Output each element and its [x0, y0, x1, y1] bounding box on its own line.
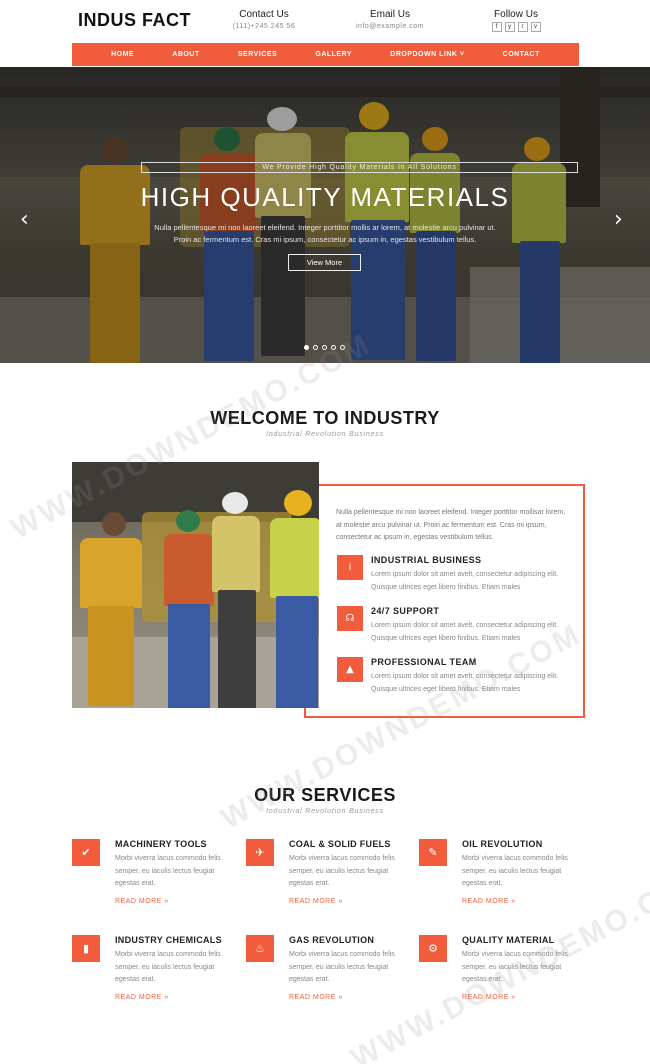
service-text: Morbi viverra lacus commodo felis semper…: [462, 951, 568, 983]
workers-image: [72, 462, 319, 708]
rss-icon[interactable]: r: [517, 22, 528, 32]
feature-title: INDUSTRIAL BUSINESS: [371, 555, 482, 565]
service-card: ✔ MACHINERY TOOLS Morbi viverra lacus co…: [72, 839, 232, 919]
service-text: Morbi viverra lacus commodo felis semper…: [115, 951, 221, 983]
main-nav: HOME ABOUT SERVICES GALLERY DROPDOWN LIN…: [72, 43, 579, 66]
nav-services[interactable]: SERVICES: [238, 51, 277, 58]
fire-icon: ♨: [246, 935, 274, 962]
service-text: Morbi viverra lacus commodo felis semper…: [462, 855, 568, 887]
follow-heading: Follow Us: [494, 9, 538, 20]
slider-dot[interactable]: [322, 345, 327, 350]
info-icon: i: [337, 555, 363, 580]
service-title[interactable]: QUALITY MATERIAL: [462, 935, 554, 945]
nav-dropdown[interactable]: DROPDOWN LINK ˅: [390, 51, 464, 58]
services-subtitle: Industrial Revolution Business: [266, 808, 384, 815]
service-card: ✎ OIL REVOLUTION Morbi viverra lacus com…: [419, 839, 579, 919]
service-card: ▮ INDUSTRY CHEMICALS Morbi viverra lacus…: [72, 935, 232, 1015]
read-more-link[interactable]: READ MORE »: [462, 898, 516, 905]
tools-icon: ✔: [72, 839, 100, 866]
read-more-link[interactable]: READ MORE »: [289, 898, 343, 905]
nav-home[interactable]: HOME: [111, 51, 134, 58]
nav-gallery[interactable]: GALLERY: [315, 51, 352, 58]
welcome-subtitle: Industrial Revolution Business: [266, 431, 384, 438]
feature-text: Lorem ipsum dolor sit amet avelt, consec…: [371, 571, 559, 591]
factory-icon: ▮: [72, 935, 100, 962]
service-title[interactable]: OIL REVOLUTION: [462, 839, 543, 849]
site-header: INDUS FACT Contact Us (111)+245 245 56 E…: [0, 0, 650, 42]
slider-dot[interactable]: [340, 345, 345, 350]
email-address[interactable]: info@example.com: [345, 23, 435, 30]
read-more-link[interactable]: READ MORE »: [115, 898, 169, 905]
read-more-link[interactable]: READ MORE »: [289, 994, 343, 1001]
site-logo[interactable]: INDUS FACT: [78, 10, 191, 31]
facebook-icon[interactable]: f: [491, 22, 502, 32]
rocket-icon: ✈: [246, 839, 274, 866]
contact-phone[interactable]: (111)+245 245 56: [222, 23, 306, 30]
slider-dot[interactable]: [331, 345, 336, 350]
social-links: f y r v: [482, 22, 550, 32]
hero-slider: We Provide High Quality Materials In All…: [0, 67, 650, 363]
service-title[interactable]: INDUSTRY CHEMICALS: [115, 935, 222, 945]
hero-text: Nulla pellentesque mi non laoreet eleife…: [154, 223, 496, 244]
chevron-right-icon[interactable]: ›: [614, 207, 623, 232]
email-heading: Email Us: [369, 9, 410, 20]
service-card: ✈ COAL & SOLID FUELS Morbi viverra lacus…: [246, 839, 406, 919]
view-more-button[interactable]: View More: [288, 254, 361, 271]
services-title: OUR SERVICES: [254, 785, 396, 805]
service-title[interactable]: COAL & SOLID FUELS: [289, 839, 391, 849]
feature-text: Lorem ipsum dolor sit amet avelt, consec…: [371, 622, 559, 642]
nav-about[interactable]: ABOUT: [172, 51, 199, 58]
slider-dot[interactable]: [304, 345, 309, 350]
hero-overlay: [0, 67, 650, 363]
feature-text: Lorem ipsum dolor sit amet avelt, consec…: [371, 673, 559, 693]
nav-contact[interactable]: CONTACT: [503, 51, 540, 58]
gears-icon: ⚙: [419, 935, 447, 962]
slider-dot[interactable]: [313, 345, 318, 350]
contact-heading: Contact Us: [239, 9, 289, 20]
email-info: Email Us info@example.com: [345, 9, 435, 30]
welcome-title: WELCOME TO INDUSTRY: [210, 408, 440, 428]
team-icon: ▲: [337, 657, 363, 682]
service-text: Morbi viverra lacus commodo felis semper…: [115, 855, 221, 887]
about-intro: Nulla pellentesque mi non laoreet eleife…: [336, 509, 566, 541]
hero-title: HIGH QUALITY MATERIALS: [140, 182, 510, 212]
service-card: ⚙ QUALITY MATERIAL Morbi viverra lacus c…: [419, 935, 579, 1015]
headset-icon: ☊: [337, 606, 363, 631]
service-card: ♨ GAS REVOLUTION Morbi viverra lacus com…: [246, 935, 406, 1015]
twitter-icon[interactable]: y: [504, 22, 515, 32]
feature-title: 24/7 SUPPORT: [371, 606, 440, 616]
feature-title: PROFESSIONAL TEAM: [371, 657, 477, 667]
read-more-link[interactable]: READ MORE »: [462, 994, 516, 1001]
brush-icon: ✎: [419, 839, 447, 866]
follow-info: Follow Us f y r v: [482, 9, 550, 32]
service-text: Morbi viverra lacus commodo felis semper…: [289, 855, 395, 887]
service-text: Morbi viverra lacus commodo felis semper…: [289, 951, 395, 983]
service-title[interactable]: MACHINERY TOOLS: [115, 839, 207, 849]
service-title[interactable]: GAS REVOLUTION: [289, 935, 374, 945]
slider-dots: [304, 345, 345, 350]
chevron-left-icon[interactable]: ‹: [20, 207, 29, 232]
vimeo-icon[interactable]: v: [530, 22, 541, 32]
contact-info: Contact Us (111)+245 245 56: [222, 9, 306, 30]
hero-tagline: We Provide High Quality Materials In All…: [141, 162, 578, 173]
read-more-link[interactable]: READ MORE »: [115, 994, 169, 1001]
